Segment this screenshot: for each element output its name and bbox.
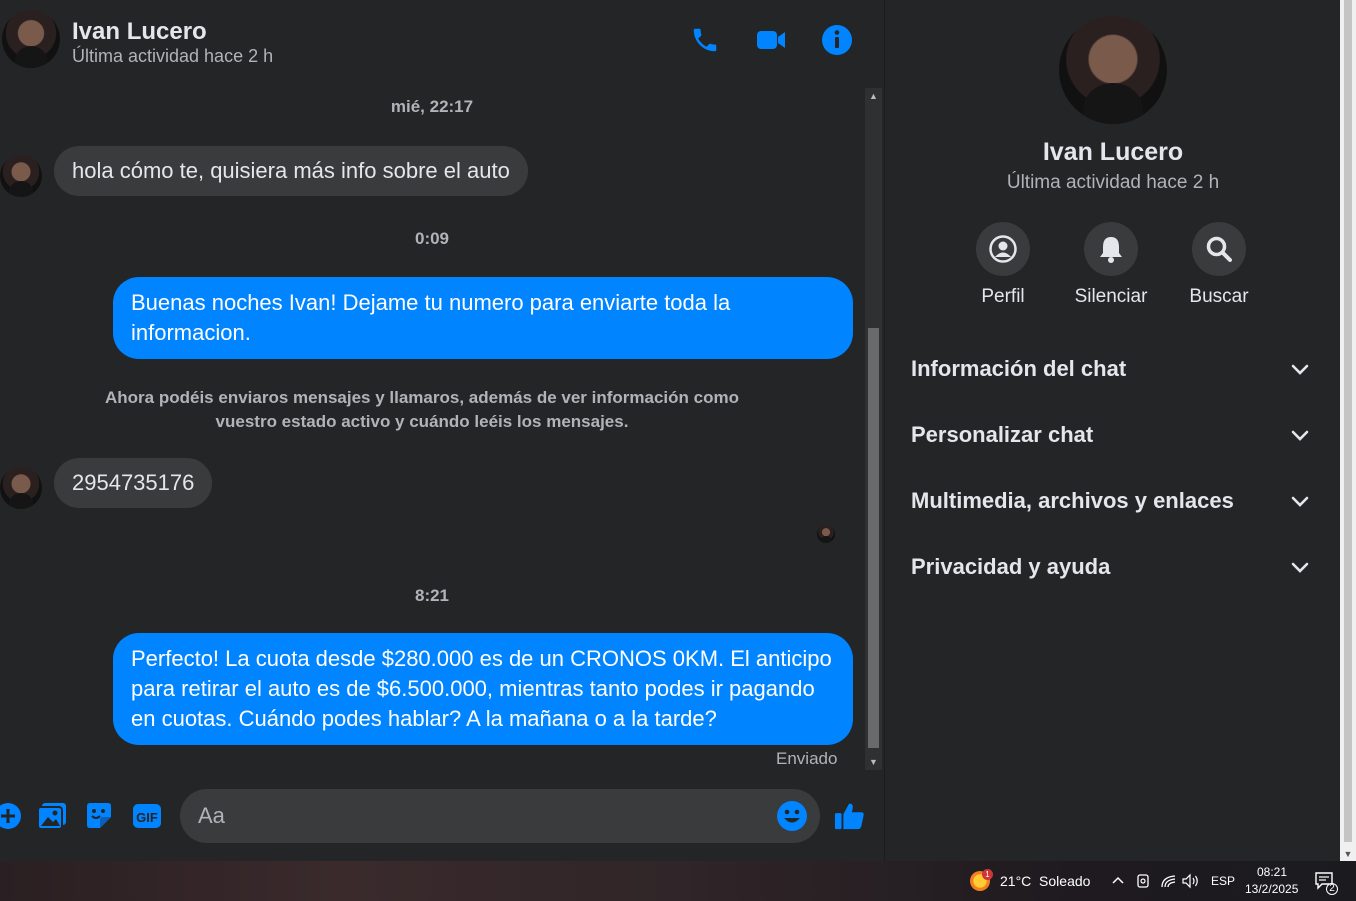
action-search-label: Buscar [1189,286,1249,307]
sent-status: Enviado [776,749,838,768]
section-label: Multimedia, archivos y enlaces [911,488,1234,513]
language-indicator[interactable]: ESP [1211,874,1235,888]
device-icon[interactable] [1135,872,1151,893]
scroll-thumb[interactable] [868,328,879,748]
clock-time[interactable]: 08:21 [1257,865,1287,879]
action-search[interactable]: Buscar [1174,222,1264,308]
wifi-icon[interactable] [1160,872,1178,893]
video-icon[interactable] [753,22,789,58]
chevron-down-icon [1291,356,1309,382]
contact-name[interactable]: Ivan Lucero [72,18,207,46]
scroll-down-icon[interactable]: ▼ [1340,849,1356,859]
profile-status: Última actividad hace 2 h [1006,172,1220,193]
contact-status: Última actividad hace 2 h [72,46,274,66]
weather-text[interactable]: 21°C Soleado [1000,873,1090,889]
notification-count: 2 [1326,883,1338,895]
action-profile[interactable]: Perfil [958,222,1048,308]
chat-scrollbar[interactable]: ▲ ▼ [865,88,882,770]
incoming-message[interactable]: 2954735176 [54,458,213,508]
message-input[interactable] [198,789,778,843]
sticker-icon[interactable] [83,800,115,832]
timestamp: 0:09 [414,229,450,248]
message-avatar[interactable] [0,155,42,197]
scroll-up-icon[interactable]: ▲ [865,88,882,104]
section-label: Privacidad y ayuda [911,554,1111,579]
plus-icon[interactable] [0,800,24,832]
section-label: Información del chat [911,356,1127,381]
window-scrollbar[interactable]: ▼ [1340,0,1356,861]
svg-text:GIF: GIF [136,810,158,825]
chat-column: Ivan Lucero Última actividad hace 2 h mi… [0,0,884,861]
chevron-down-icon [1291,488,1309,514]
like-icon[interactable] [834,800,866,832]
info-icon[interactable] [819,22,855,58]
search-icon[interactable] [1192,222,1246,276]
section-media-files-links[interactable]: Multimedia, archivos y enlaces [895,475,1325,527]
action-mute-label: Silenciar [1074,286,1148,307]
conversation-details-panel: Ivan Lucero Última actividad hace 2 h Pe… [884,0,1340,861]
chevron-down-icon [1291,422,1309,448]
message-avatar[interactable] [0,467,42,509]
seen-receipt-avatar [817,525,835,543]
section-customize-chat[interactable]: Personalizar chat [895,409,1325,461]
chat-header: Ivan Lucero Última actividad hace 2 h [0,0,884,82]
windows-taskbar: 1 21°C Soleado ESP 08:21 13/2/2025 2 [0,861,1356,901]
bell-icon[interactable] [1084,222,1138,276]
phone-icon[interactable] [687,22,723,58]
profile-avatar[interactable] [1059,16,1167,124]
timestamp: mié, 22:17 [390,97,474,116]
system-note: Ahora podéis enviaros mensajes y llamaro… [105,388,739,431]
image-icon[interactable] [36,800,68,832]
scroll-down-icon[interactable]: ▼ [865,754,882,770]
timestamp: 8:21 [414,586,450,605]
window-scroll-thumb[interactable] [1344,0,1352,842]
contact-avatar[interactable] [2,10,60,68]
section-label: Personalizar chat [911,422,1094,447]
section-privacy-help[interactable]: Privacidad y ayuda [895,541,1325,593]
message-input-wrapper[interactable] [180,789,820,843]
section-chat-info[interactable]: Información del chat [895,343,1325,395]
chevron-down-icon [1291,554,1309,580]
weather-badge: 1 [982,869,993,880]
outgoing-message[interactable]: Perfecto! La cuota desde $280.000 es de … [113,633,853,745]
action-profile-label: Perfil [981,286,1025,307]
emoji-icon[interactable] [776,800,808,832]
action-mute[interactable]: Silenciar [1066,222,1156,308]
volume-icon[interactable] [1181,872,1201,893]
gif-icon[interactable]: GIF [131,800,163,832]
incoming-message[interactable]: hola cómo te, quisiera más info sobre el… [54,146,528,196]
chevron-up-icon[interactable] [1111,870,1125,895]
profile-icon[interactable] [976,222,1030,276]
profile-name: Ivan Lucero [1042,138,1184,166]
clock-date[interactable]: 13/2/2025 [1245,882,1298,896]
composer: GIF [0,786,884,846]
outgoing-message[interactable]: Buenas noches Ivan! Dejame tu numero par… [113,277,853,359]
messenger-window: Ivan Lucero Última actividad hace 2 h mi… [0,0,1356,861]
